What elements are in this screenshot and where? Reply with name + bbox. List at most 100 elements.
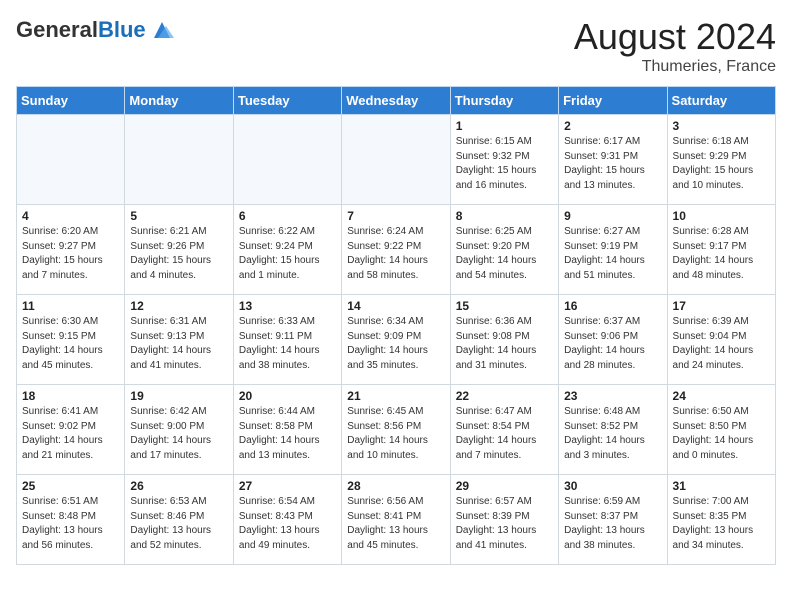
calendar-week-row: 4 Sunrise: 6:20 AM Sunset: 9:27 PM Daylig… (17, 205, 776, 295)
calendar-cell: 12 Sunrise: 6:31 AM Sunset: 9:13 PM Dayli… (125, 295, 233, 385)
calendar-week-row: 11 Sunrise: 6:30 AM Sunset: 9:15 PM Dayli… (17, 295, 776, 385)
logo-general: General (16, 17, 98, 42)
calendar-cell: 19 Sunrise: 6:42 AM Sunset: 9:00 PM Dayli… (125, 385, 233, 475)
calendar-cell: 30Sunrise: 6:59 AM Sunset: 8:37 PM Dayli… (559, 475, 667, 565)
day-number: 2 (564, 119, 661, 133)
calendar-cell: 16 Sunrise: 6:37 AM Sunset: 9:06 PM Dayli… (559, 295, 667, 385)
calendar-cell: 6 Sunrise: 6:22 AM Sunset: 9:24 PM Daylig… (233, 205, 341, 295)
day-info: Sunrise: 6:50 AM Sunset: 8:50 PM Dayligh… (673, 405, 770, 463)
weekday-header-saturday: Saturday (667, 87, 775, 115)
day-number: 22 (456, 389, 553, 403)
day-info: Sunrise: 6:51 AM Sunset: 8:48 PM Dayligh… (22, 495, 119, 553)
day-number: 24 (673, 389, 770, 403)
day-info: Sunrise: 7:00 AM Sunset: 8:35 PM Dayligh… (673, 495, 770, 553)
day-info: Sunrise: 6:42 AM Sunset: 9:00 PM Dayligh… (130, 405, 227, 463)
day-info: Sunrise: 6:31 AM Sunset: 9:13 PM Dayligh… (130, 315, 227, 373)
day-number: 11 (22, 299, 119, 313)
day-number: 7 (347, 209, 444, 223)
day-info: Sunrise: 6:45 AM Sunset: 8:56 PM Dayligh… (347, 405, 444, 463)
weekday-header-friday: Friday (559, 87, 667, 115)
calendar-cell: 14 Sunrise: 6:34 AM Sunset: 9:09 PM Dayli… (342, 295, 450, 385)
calendar-cell: 2 Sunrise: 6:17 AM Sunset: 9:31 PM Daylig… (559, 115, 667, 205)
calendar-week-row: 18 Sunrise: 6:41 AM Sunset: 9:02 PM Dayli… (17, 385, 776, 475)
day-info: Sunrise: 6:33 AM Sunset: 9:11 PM Dayligh… (239, 315, 336, 373)
day-number: 20 (239, 389, 336, 403)
day-number: 15 (456, 299, 553, 313)
day-info: Sunrise: 6:27 AM Sunset: 9:19 PM Dayligh… (564, 225, 661, 283)
day-info: Sunrise: 6:21 AM Sunset: 9:26 PM Dayligh… (130, 225, 227, 283)
day-info: Sunrise: 6:44 AM Sunset: 8:58 PM Dayligh… (239, 405, 336, 463)
day-number: 26 (130, 479, 227, 493)
calendar-cell: 4 Sunrise: 6:20 AM Sunset: 9:27 PM Daylig… (17, 205, 125, 295)
day-info: Sunrise: 6:17 AM Sunset: 9:31 PM Dayligh… (564, 135, 661, 193)
calendar-cell: 7 Sunrise: 6:24 AM Sunset: 9:22 PM Daylig… (342, 205, 450, 295)
day-number: 18 (22, 389, 119, 403)
day-info: Sunrise: 6:37 AM Sunset: 9:06 PM Dayligh… (564, 315, 661, 373)
day-info: Sunrise: 6:47 AM Sunset: 8:54 PM Dayligh… (456, 405, 553, 463)
day-info: Sunrise: 6:53 AM Sunset: 8:46 PM Dayligh… (130, 495, 227, 553)
day-info: Sunrise: 6:28 AM Sunset: 9:17 PM Dayligh… (673, 225, 770, 283)
calendar-cell: 8 Sunrise: 6:25 AM Sunset: 9:20 PM Daylig… (450, 205, 558, 295)
day-number: 5 (130, 209, 227, 223)
day-number: 23 (564, 389, 661, 403)
calendar-cell: 10 Sunrise: 6:28 AM Sunset: 9:17 PM Dayli… (667, 205, 775, 295)
day-info: Sunrise: 6:59 AM Sunset: 8:37 PM Dayligh… (564, 495, 661, 553)
weekday-header-wednesday: Wednesday (342, 87, 450, 115)
weekday-header-tuesday: Tuesday (233, 87, 341, 115)
day-number: 4 (22, 209, 119, 223)
logo: GeneralBlue (16, 16, 176, 44)
calendar-cell: 17 Sunrise: 6:39 AM Sunset: 9:04 PM Dayli… (667, 295, 775, 385)
calendar-cell: 28Sunrise: 6:56 AM Sunset: 8:41 PM Dayli… (342, 475, 450, 565)
day-info: Sunrise: 6:20 AM Sunset: 9:27 PM Dayligh… (22, 225, 119, 283)
calendar-cell: 3 Sunrise: 6:18 AM Sunset: 9:29 PM Daylig… (667, 115, 775, 205)
day-info: Sunrise: 6:41 AM Sunset: 9:02 PM Dayligh… (22, 405, 119, 463)
day-number: 28 (347, 479, 444, 493)
weekday-header-monday: Monday (125, 87, 233, 115)
day-info: Sunrise: 6:25 AM Sunset: 9:20 PM Dayligh… (456, 225, 553, 283)
day-info: Sunrise: 6:39 AM Sunset: 9:04 PM Dayligh… (673, 315, 770, 373)
day-info: Sunrise: 6:22 AM Sunset: 9:24 PM Dayligh… (239, 225, 336, 283)
day-info: Sunrise: 6:54 AM Sunset: 8:43 PM Dayligh… (239, 495, 336, 553)
day-number: 21 (347, 389, 444, 403)
day-info: Sunrise: 6:57 AM Sunset: 8:39 PM Dayligh… (456, 495, 553, 553)
day-number: 19 (130, 389, 227, 403)
day-number: 1 (456, 119, 553, 133)
day-number: 8 (456, 209, 553, 223)
calendar-cell: 24 Sunrise: 6:50 AM Sunset: 8:50 PM Dayli… (667, 385, 775, 475)
day-number: 10 (673, 209, 770, 223)
calendar-cell: 29Sunrise: 6:57 AM Sunset: 8:39 PM Dayli… (450, 475, 558, 565)
day-number: 14 (347, 299, 444, 313)
day-info: Sunrise: 6:24 AM Sunset: 9:22 PM Dayligh… (347, 225, 444, 283)
day-info: Sunrise: 6:18 AM Sunset: 9:29 PM Dayligh… (673, 135, 770, 193)
title-block: August 2024 Thumeries, France (574, 16, 776, 76)
day-number: 12 (130, 299, 227, 313)
calendar-cell: 18 Sunrise: 6:41 AM Sunset: 9:02 PM Dayli… (17, 385, 125, 475)
page-header: GeneralBlue August 2024 Thumeries, Franc… (16, 16, 776, 76)
day-number: 31 (673, 479, 770, 493)
day-info: Sunrise: 6:34 AM Sunset: 9:09 PM Dayligh… (347, 315, 444, 373)
calendar-cell: 23 Sunrise: 6:48 AM Sunset: 8:52 PM Dayli… (559, 385, 667, 475)
calendar-cell (342, 115, 450, 205)
calendar-cell: 13Sunrise: 6:33 AM Sunset: 9:11 PM Dayli… (233, 295, 341, 385)
day-number: 16 (564, 299, 661, 313)
calendar-week-row: 25Sunrise: 6:51 AM Sunset: 8:48 PM Dayli… (17, 475, 776, 565)
day-info: Sunrise: 6:30 AM Sunset: 9:15 PM Dayligh… (22, 315, 119, 373)
calendar-week-row: 1 Sunrise: 6:15 AM Sunset: 9:32 PM Daylig… (17, 115, 776, 205)
calendar-table: SundayMondayTuesdayWednesdayThursdayFrid… (16, 86, 776, 565)
calendar-cell (17, 115, 125, 205)
weekday-header-thursday: Thursday (450, 87, 558, 115)
month-title: August 2024 (574, 16, 776, 58)
calendar-cell: 31 Sunrise: 7:00 AM Sunset: 8:35 PM Dayli… (667, 475, 775, 565)
logo-blue: Blue (98, 17, 146, 42)
calendar-cell (233, 115, 341, 205)
calendar-cell: 21 Sunrise: 6:45 AM Sunset: 8:56 PM Dayli… (342, 385, 450, 475)
day-number: 3 (673, 119, 770, 133)
day-info: Sunrise: 6:48 AM Sunset: 8:52 PM Dayligh… (564, 405, 661, 463)
day-info: Sunrise: 6:15 AM Sunset: 9:32 PM Dayligh… (456, 135, 553, 193)
day-number: 17 (673, 299, 770, 313)
day-number: 6 (239, 209, 336, 223)
weekday-header-sunday: Sunday (17, 87, 125, 115)
calendar-cell: 25Sunrise: 6:51 AM Sunset: 8:48 PM Dayli… (17, 475, 125, 565)
location-subtitle: Thumeries, France (574, 58, 776, 76)
calendar-cell: 11 Sunrise: 6:30 AM Sunset: 9:15 PM Dayli… (17, 295, 125, 385)
